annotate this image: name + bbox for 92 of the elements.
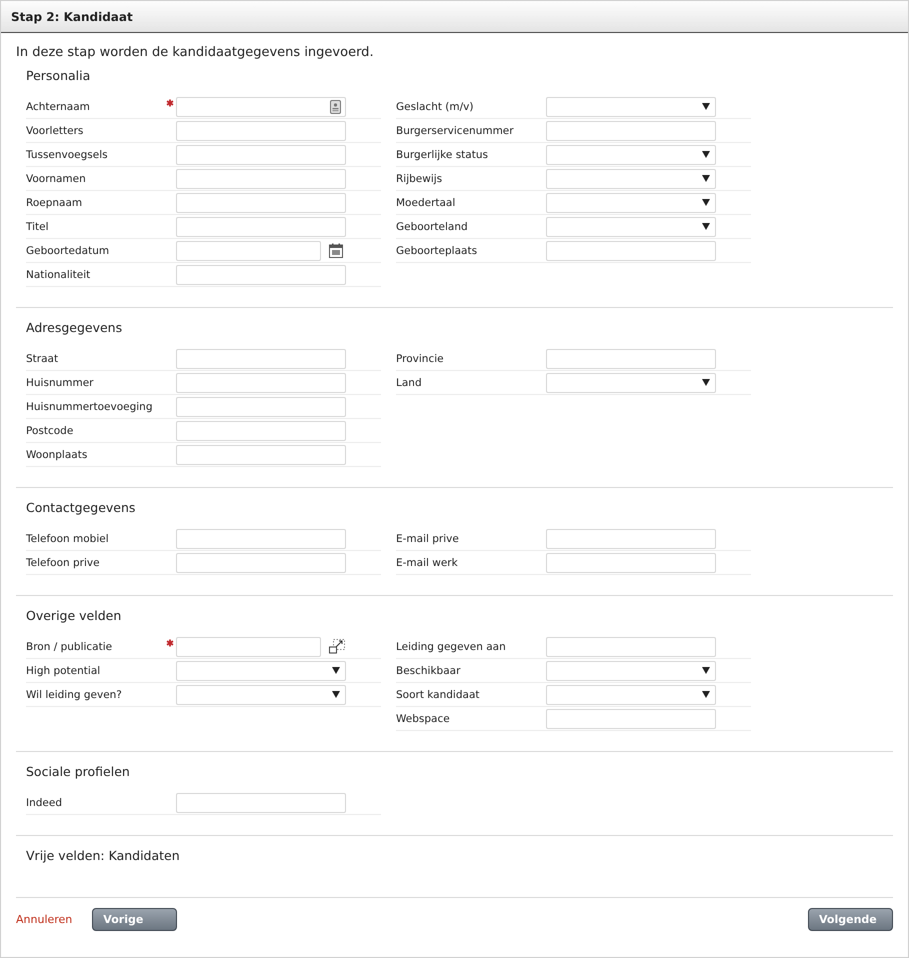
dropdown[interactable] — [546, 96, 716, 116]
previous-button[interactable]: Vorige — [92, 908, 178, 931]
text-field[interactable] — [176, 144, 346, 164]
field-label: Land — [396, 376, 423, 388]
field-label: Telefoon mobiel — [26, 532, 110, 544]
text-field[interactable] — [176, 552, 346, 572]
text-field[interactable] — [176, 372, 346, 392]
field-label: Straat — [26, 352, 60, 364]
field-label: Burgerservicenummer — [396, 124, 515, 136]
calendar-icon[interactable] — [329, 243, 343, 258]
field-label: Moedertaal — [396, 196, 456, 208]
text-field[interactable] — [176, 216, 346, 236]
dropdown[interactable] — [546, 684, 716, 704]
dropdown-caret-icon — [702, 199, 710, 206]
text-field[interactable] — [176, 636, 321, 656]
text-field[interactable] — [546, 348, 716, 368]
dropdown[interactable] — [176, 684, 346, 704]
cancel-link[interactable]: Annuleren — [16, 913, 72, 926]
text-field[interactable] — [176, 96, 346, 116]
section-title: Contactgegevens — [26, 499, 136, 517]
text-field[interactable] — [176, 168, 346, 188]
text-field[interactable] — [546, 240, 716, 260]
field-label: Beschikbaar — [396, 664, 462, 676]
field-label: E-mail werk — [396, 556, 459, 568]
field-label: Roepnaam — [26, 196, 84, 208]
page-title: Stap 2: Kandidaat — [11, 10, 133, 24]
field-label: Huisnummer — [26, 376, 94, 388]
dropdown[interactable] — [546, 144, 716, 164]
text-field[interactable] — [546, 120, 716, 140]
field-label: Nationaliteit — [26, 268, 92, 280]
text-field[interactable] — [176, 420, 346, 440]
field-label: Provincie — [396, 352, 445, 364]
dropdown[interactable] — [546, 660, 716, 680]
field-label: Rijbewijs — [396, 172, 444, 184]
dropdown-caret-icon — [702, 103, 710, 110]
dropdown-caret-icon — [332, 691, 340, 698]
field-label: Burgerlijke status — [396, 148, 489, 160]
section-title: Overige velden — [26, 607, 122, 625]
intro-text: In deze stap worden de kandidaatgegevens ingevoerd. — [16, 45, 375, 60]
dropdown-caret-icon — [702, 667, 710, 674]
text-field[interactable] — [176, 792, 346, 812]
dropdown-caret-icon — [332, 667, 340, 674]
field-label: Woonplaats — [26, 448, 88, 460]
field-label: Tussenvoegsels — [26, 148, 109, 160]
field-label: High potential — [26, 664, 102, 676]
section-title: Sociale profielen — [26, 763, 131, 781]
dropdown[interactable] — [546, 372, 716, 392]
dropdown[interactable] — [176, 660, 346, 680]
dropdown[interactable] — [546, 168, 716, 188]
dropdown-caret-icon — [702, 379, 710, 386]
field-label: Huisnummertoevoeging — [26, 400, 154, 412]
field-label: Geboorteplaats — [396, 244, 478, 256]
text-field[interactable] — [176, 192, 346, 212]
dropdown-caret-icon — [702, 691, 710, 698]
field-label: Voornamen — [26, 172, 87, 184]
expand-window-icon[interactable] — [329, 639, 345, 654]
field-label: Leiding gegeven aan — [396, 640, 507, 652]
field-label: Webspace — [396, 712, 451, 724]
text-field[interactable] — [176, 444, 346, 464]
dropdown-caret-icon — [702, 151, 710, 158]
text-field[interactable] — [546, 708, 716, 728]
section-title: Adresgegevens — [26, 319, 124, 337]
field-label: Telefoon prive — [26, 556, 101, 568]
next-button[interactable]: Volgende — [808, 908, 893, 931]
text-field[interactable] — [546, 528, 716, 548]
field-label: Geslacht (m/v) — [396, 100, 474, 112]
text-field[interactable] — [546, 552, 716, 572]
dropdown[interactable] — [546, 216, 716, 236]
section-title: Personalia — [26, 67, 92, 85]
dropdown-caret-icon — [702, 175, 710, 182]
text-field[interactable] — [176, 264, 346, 284]
text-field[interactable] — [176, 528, 346, 548]
dropdown-caret-icon — [702, 223, 710, 230]
field-label: Achternaam — [26, 100, 91, 112]
text-field[interactable] — [176, 396, 346, 416]
text-field[interactable] — [176, 348, 346, 368]
field-label: Indeed — [26, 796, 64, 808]
field-label: Geboorteland — [396, 220, 469, 232]
field-label: Titel — [26, 220, 50, 232]
field-label: Voorletters — [26, 124, 84, 136]
field-label: Soort kandidaat — [396, 688, 481, 700]
field-label: Postcode — [26, 424, 74, 436]
date-field[interactable] — [176, 240, 321, 260]
field-label: Wil leiding geven? — [26, 688, 123, 700]
field-label: E-mail prive — [396, 532, 460, 544]
dropdown[interactable] — [546, 192, 716, 212]
contact-card-icon[interactable] — [330, 100, 341, 114]
field-label: Geboortedatum — [26, 244, 110, 256]
text-field[interactable] — [176, 120, 346, 140]
section-title: Vrije velden: Kandidaten — [26, 847, 181, 865]
text-field[interactable] — [546, 636, 716, 656]
field-label: Bron / publicatie — [26, 640, 114, 652]
